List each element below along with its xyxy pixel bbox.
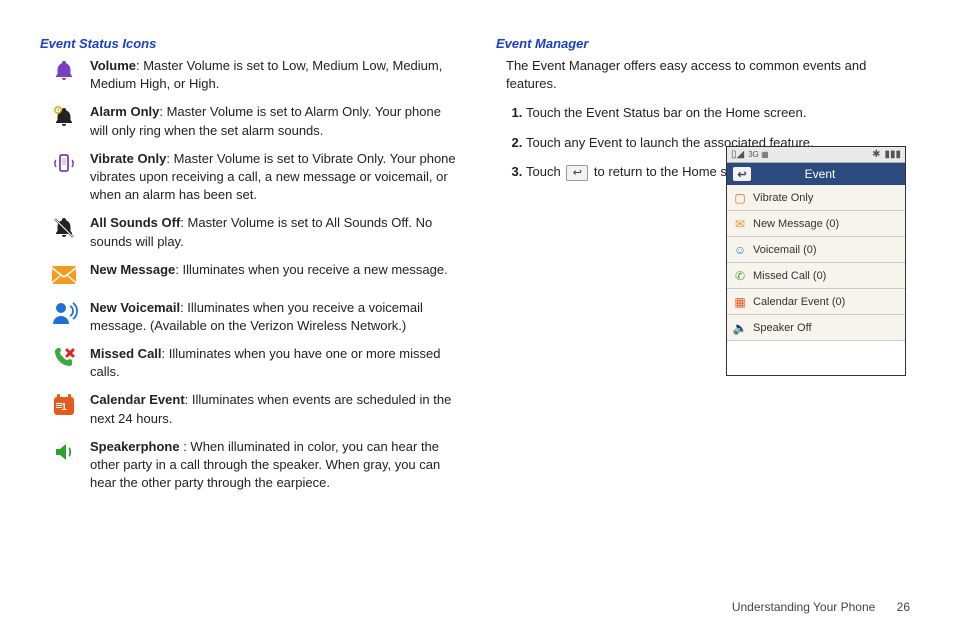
- icon-row-voicemail: New Voicemail: Illuminates when you rece…: [50, 299, 458, 335]
- icon-row-alarm-only: Alarm Only: Master Volume is set to Alar…: [50, 103, 458, 139]
- vibrate-phone-icon: ▢: [733, 191, 747, 205]
- icon-desc: Missed Call: Illuminates when you have o…: [90, 345, 458, 381]
- envelope-icon: ✉: [733, 217, 747, 231]
- page-footer: Understanding Your Phone 26: [732, 600, 910, 614]
- right-section-title: Event Manager: [496, 36, 914, 51]
- speaker-icon: [50, 438, 78, 466]
- phone-header-title: Event: [741, 167, 899, 181]
- phone-blank-area: [727, 341, 905, 375]
- icon-desc: New Message: Illuminates when you receiv…: [90, 261, 458, 279]
- left-section-title: Event Status Icons: [40, 36, 458, 51]
- phone-screenshot: ▯◢ 3G ▦ ✱ ▮▮▮ ↩ Event ▢ Vibrate Only ✉ N…: [726, 146, 906, 376]
- icon-row-vibrate: Vibrate Only: Master Volume is set to Vi…: [50, 150, 458, 205]
- speaker-icon: 🔈: [733, 321, 747, 335]
- icon-list: Volume: Master Volume is set to Low, Med…: [50, 57, 458, 492]
- voicemail-person-icon: ☺: [733, 243, 747, 257]
- icon-desc: Calendar Event: Illuminates when events …: [90, 391, 458, 427]
- missed-call-icon: [50, 345, 78, 373]
- network-icon: 3G ▦: [748, 150, 768, 159]
- phone-header: ↩ Event: [727, 163, 905, 185]
- voicemail-person-icon: [50, 299, 78, 327]
- icon-desc: All Sounds Off: Master Volume is set to …: [90, 214, 458, 250]
- phone-status-bar: ▯◢ 3G ▦ ✱ ▮▮▮: [727, 147, 905, 163]
- right-intro: The Event Manager offers easy access to …: [506, 57, 914, 93]
- phone-item-speaker[interactable]: 🔈 Speaker Off: [727, 315, 905, 341]
- icon-row-volume: Volume: Master Volume is set to Low, Med…: [50, 57, 458, 93]
- phone-item-missed-call[interactable]: ✆ Missed Call (0): [727, 263, 905, 289]
- icon-row-message: New Message: Illuminates when you receiv…: [50, 261, 458, 289]
- icon-row-sounds-off: All Sounds Off: Master Volume is set to …: [50, 214, 458, 250]
- icon-desc: Vibrate Only: Master Volume is set to Vi…: [90, 150, 458, 205]
- icon-desc: Volume: Master Volume is set to Low, Med…: [90, 57, 458, 93]
- icon-row-missed-call: Missed Call: Illuminates when you have o…: [50, 345, 458, 381]
- svg-text:1: 1: [61, 402, 67, 413]
- envelope-icon: [50, 261, 78, 289]
- calendar-icon: ▦: [733, 295, 747, 309]
- phone-item-voicemail[interactable]: ☺ Voicemail (0): [727, 237, 905, 263]
- icon-row-speakerphone: Speakerphone : When illuminated in color…: [50, 438, 458, 493]
- bluetooth-icon: ✱: [872, 149, 880, 160]
- left-column: Event Status Icons Volume: Master Volume…: [40, 36, 458, 502]
- missed-call-icon: ✆: [733, 269, 747, 283]
- footer-page-number: 26: [897, 600, 910, 614]
- alarm-bell-icon: [50, 103, 78, 131]
- back-arrow-icon: ↩: [566, 165, 588, 181]
- step-1: Touch the Event Status bar on the Home s…: [526, 103, 914, 123]
- calendar-icon: 1: [50, 391, 78, 419]
- bell-icon: [50, 57, 78, 85]
- icon-desc: Alarm Only: Master Volume is set to Alar…: [90, 103, 458, 139]
- phone-item-message[interactable]: ✉ New Message (0): [727, 211, 905, 237]
- battery-icon: ▮▮▮: [884, 149, 901, 160]
- icon-desc: Speakerphone : When illuminated in color…: [90, 438, 458, 493]
- vibrate-phone-icon: [50, 150, 78, 178]
- phone-item-vibrate[interactable]: ▢ Vibrate Only: [727, 185, 905, 211]
- signal-icon: ▯◢: [731, 149, 744, 160]
- phone-item-calendar[interactable]: ▦ Calendar Event (0): [727, 289, 905, 315]
- icon-row-calendar: 1 Calendar Event: Illuminates when event…: [50, 391, 458, 427]
- icon-desc: New Voicemail: Illuminates when you rece…: [90, 299, 458, 335]
- bell-slash-icon: [50, 214, 78, 242]
- footer-chapter: Understanding Your Phone: [732, 600, 875, 614]
